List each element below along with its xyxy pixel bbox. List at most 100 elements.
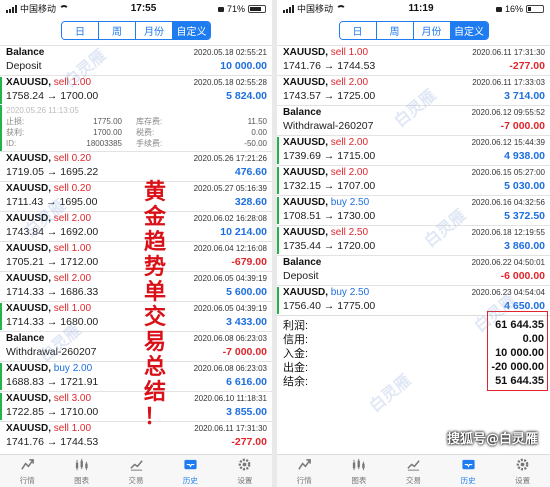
nav-tab-trade[interactable]: 交易 [109,455,163,487]
lock-icon [217,7,224,12]
balance-amount: -7 000.00 [500,120,545,132]
row-body: 1741.76 → 1744.53 -277.00 [6,436,267,450]
row-title: XAUUSD, sell 1.00 [6,77,91,88]
calligraphy-char: 黄 [143,179,166,205]
trade-row[interactable]: XAUUSD, sell 1.00 2020.06.04 12:16:08 1705… [0,241,272,271]
balance-title: Balance [6,333,45,344]
trade-row[interactable]: XAUUSD, sell 2.50 2020.06.18 12:19:55 1735… [277,225,550,255]
order-side: sell 0.20 [53,153,92,164]
detail-value: -50.00 [244,139,267,148]
calligraphy-char: 趋 [143,229,166,255]
nav-tab-settings[interactable]: 设置 [218,455,272,487]
price-range: 1756.40 → 1775.00 [283,300,376,312]
balance-desc: Deposit [283,270,319,282]
credit-watermark: 搜狐号@白灵雁 [446,432,538,447]
order-side: buy 2.50 [330,197,370,208]
row-title: XAUUSD, sell 1.00 [6,423,91,434]
symbol-label: XAUUSD, [6,183,52,194]
trade-row[interactable]: XAUUSD, sell 3.00 2020.06.10 11:18:31 1722… [0,391,272,421]
status-left: 中国移动 [6,2,70,15]
profit-value: 5 824.00 [226,90,267,102]
profit-value: 3 714.00 [504,90,545,102]
nav-tab-label: 历史 [182,475,198,485]
detail-ghost-time: 2020.05.26 11:13:05 [6,106,79,115]
tab-period-3[interactable]: 自定义 [173,22,210,39]
carrier-label: 中国移动 [20,4,57,14]
detail-value: 1775.00 [93,117,122,126]
nav-tab-history[interactable]: 历史 [163,455,217,487]
calligraphy-caption: 黄金趋势单交易总结！ [137,180,173,430]
nav-tab-chart[interactable]: 图表 [332,455,387,487]
row-header: Balance 2020.05.18 02:55:21 [6,47,267,60]
chart-icon [351,457,366,475]
status-left: 中国移动 [283,2,347,15]
row-title: Balance [6,333,44,344]
signal-icon [283,4,294,13]
tab-period-2[interactable]: 月份 [413,22,451,39]
trade-row[interactable]: XAUUSD, sell 0.20 2020.05.27 05:16:39 1711… [0,181,272,211]
trade-row[interactable]: XAUUSD, sell 1.00 2020.05.18 02:55:28 1758… [0,75,272,105]
order-side: sell 0.20 [53,183,92,194]
row-time: 2020.06.08 06:23:03 [193,364,267,373]
tab-period-2[interactable]: 月份 [136,22,173,39]
battery-percent: 71% [226,3,245,14]
price-range: 1711.43 → 1695.00 [6,196,98,208]
price-range: 1743.84 → 1692.00 [6,226,99,238]
row-time: 2020.05.18 02:55:21 [193,48,267,57]
trade-row[interactable]: XAUUSD, sell 2.00 2020.06.05 04:39:19 1714… [0,271,272,301]
row-time: 2020.05.27 05:16:39 [193,184,267,193]
trade-row[interactable]: XAUUSD, sell 2.00 2020.06.11 17:33:03 1743… [277,75,550,105]
symbol-label: XAUUSD, [6,153,52,164]
trade-row[interactable]: XAUUSD, sell 0.20 2020.05.26 17:21:26 1719… [0,151,272,181]
highlight-box [487,311,548,391]
price-range: 1708.51 → 1730.00 [283,210,376,222]
price-range: 1722.85 → 1710.00 [6,406,99,418]
status-right: 16% [495,4,544,14]
trade-row[interactable]: XAUUSD, sell 1.00 2020.06.05 04:39:19 1714… [0,301,272,331]
trade-row[interactable]: XAUUSD, buy 2.00 2020.06.08 06:23:03 1688.… [0,361,272,391]
order-side: sell 1.00 [53,243,92,254]
row-body: Withdrawal-260207 -7 000.00 [283,120,545,134]
balance-row[interactable]: Balance 2020.05.18 02:55:21 Deposit 10 000.… [0,45,272,75]
row-header: XAUUSD, sell 2.00 2020.06.12 15:44:39 [283,137,545,150]
nav-tab-label: 交易 [128,475,144,485]
balance-row[interactable]: Balance 2020.06.12 09:55:52 Withdrawal-260… [277,105,550,135]
balance-row[interactable]: Balance 2020.06.08 06:23:03 Withdrawal-260… [0,331,272,361]
status-bar: 中国移动 11:19 16% [277,0,550,17]
row-title: XAUUSD, sell 2.00 [283,137,368,148]
tab-period-0[interactable]: 日 [339,22,377,39]
nav-tab-quotes[interactable]: 行情 [0,455,54,487]
row-title: Balance [283,257,321,268]
row-time: 2020.06.08 06:23:03 [193,334,267,343]
trade-row[interactable]: XAUUSD, sell 1.00 2020.06.11 17:31:30 1741… [277,45,550,75]
detail-label: 止损: [6,117,25,126]
trade-row[interactable]: XAUUSD, sell 2.00 2020.06.12 15:44:39 1739… [277,135,550,165]
nav-tab-trade[interactable]: 交易 [386,455,441,487]
trade-row[interactable]: XAUUSD, buy 2.50 2020.06.16 04:32:56 1708.… [277,195,550,225]
carrier-label: 中国移动 [297,4,334,14]
trade-row[interactable]: XAUUSD, sell 1.00 2020.06.11 17:31:30 1741… [0,421,272,451]
nav-tab-quotes[interactable]: 行情 [277,455,332,487]
row-header: XAUUSD, buy 2.50 2020.06.23 04:54:04 [283,287,545,300]
tab-period-0[interactable]: 日 [62,22,99,39]
row-time: 2020.06.05 04:39:19 [193,274,267,283]
calligraphy-char: ！ [143,404,166,430]
trade-row[interactable]: XAUUSD, sell 2.00 2020.06.02 16:28:08 1743… [0,211,272,241]
order-side: sell 1.00 [330,47,369,58]
nav-tab-chart[interactable]: 图表 [54,455,108,487]
trade-row[interactable]: XAUUSD, sell 2.00 2020.06.15 05:27:00 1732… [277,165,550,195]
nav-tab-settings[interactable]: 设置 [495,455,550,487]
profit-value: 3 860.00 [504,240,545,252]
tab-period-3[interactable]: 自定义 [450,22,488,39]
symbol-label: XAUUSD, [6,363,52,374]
history-list: XAUUSD, sell 1.00 2020.06.11 17:31:30 1741… [277,45,550,315]
left-screen: 中国移动 17:55 71% 日周月份 自定义 Balance 2020.05.18… [0,0,272,487]
detail-label: ID: [6,139,17,148]
row-header: XAUUSD, sell 2.50 2020.06.18 12:19:55 [283,227,545,240]
balance-row[interactable]: Balance 2020.06.22 04:50:01 Deposit -6 000.… [277,255,550,285]
nav-tab-label: 历史 [460,475,476,485]
tab-period-1[interactable]: 周 [99,22,136,39]
tab-period-1[interactable]: 周 [376,22,414,39]
nav-tab-history[interactable]: 历史 [441,455,496,487]
row-time: 2020.06.18 12:19:55 [471,228,545,237]
